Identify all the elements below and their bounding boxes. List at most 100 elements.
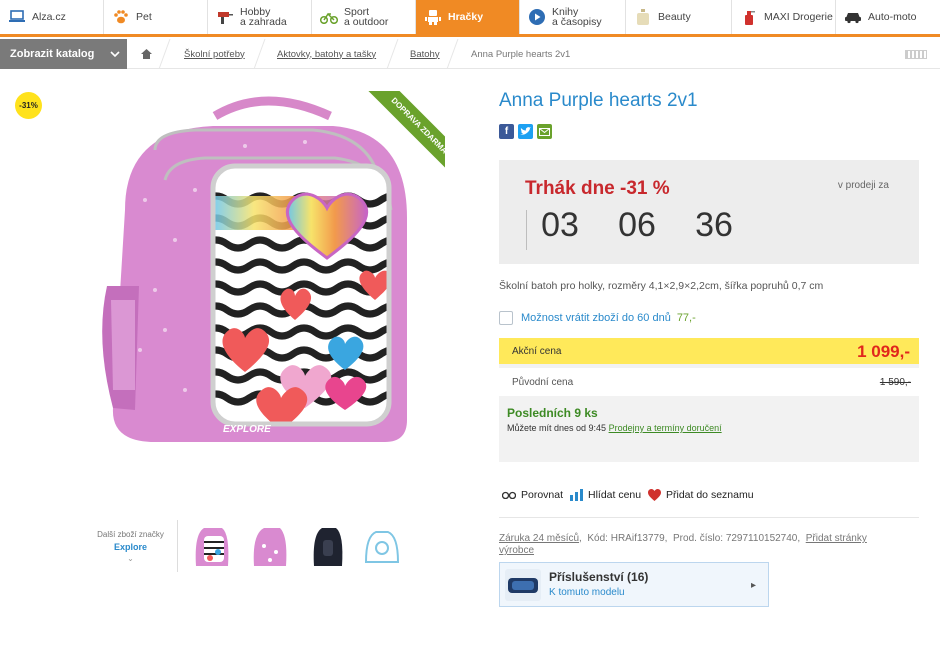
nav-sport[interactable]: Sport a outdoor	[312, 0, 416, 34]
price-box: Akční cena 1 099,- Původní cena 1 590,- …	[499, 338, 919, 462]
car-icon	[844, 8, 862, 26]
product-description: Školní batoh pro holky, rozměry 4,1×2,9×…	[499, 280, 824, 292]
original-price-value: 1 590,-	[879, 377, 911, 388]
product-code: Kód: HRAif13779,	[587, 533, 668, 544]
accessories-box[interactable]: Příslušenství (16) K tomuto modelu ▸	[499, 562, 769, 607]
delivery-link[interactable]: Prodejny a termíny doručení	[609, 423, 722, 433]
email-icon[interactable]	[537, 124, 552, 139]
nav-hracky[interactable]: Hračky	[416, 0, 520, 34]
breadcrumb-separator	[446, 39, 459, 69]
wishlist-label: Přidat do seznamu	[666, 489, 754, 501]
robot-icon	[424, 8, 442, 26]
countdown-hours: 03	[541, 206, 579, 244]
nav-label: Alza.cz	[32, 11, 66, 23]
nav-label: Knihy a časopisy	[552, 6, 602, 28]
chevron-right-icon: ▸	[750, 580, 756, 591]
compare-button[interactable]: Porovnat	[502, 488, 563, 502]
product-image[interactable]: EXPLORE	[95, 90, 415, 450]
accessories-subtitle: K tomuto modelu	[549, 587, 625, 598]
thumbnail-front[interactable]	[192, 522, 232, 568]
action-price-label: Akční cena	[512, 346, 562, 357]
nav-auto[interactable]: Auto-moto	[836, 0, 940, 34]
compare-label: Porovnat	[521, 489, 564, 501]
laptop-icon	[8, 8, 26, 26]
brand-more[interactable]: Další zboží značky Explore ⌄	[88, 529, 173, 565]
accessories-title: Příslušenství (16)	[549, 570, 649, 584]
thumbnail-detail[interactable]	[362, 522, 402, 568]
nav-label: Auto-moto	[868, 11, 917, 23]
nav-hobby[interactable]: Hobby a zahrada	[208, 0, 312, 34]
breadcrumb-item[interactable]: Aktovky, batohy a tašky	[277, 39, 376, 69]
nav-label: Hobby a zahrada	[240, 6, 287, 28]
facebook-icon[interactable]: f	[499, 124, 514, 139]
breadcrumb-link[interactable]: Batohy	[410, 49, 440, 60]
spray-icon	[740, 8, 758, 26]
discount-badge: -31%	[15, 92, 42, 119]
deal-of-day-box: Trhák dne -31 % v prodeji za 03 06 36	[499, 160, 919, 264]
deal-title: Trhák dne -31 %	[525, 178, 670, 199]
product-title: Anna Purple hearts 2v1	[499, 90, 698, 111]
action-price-value: 1 099,-	[857, 342, 910, 361]
return-checkbox[interactable]	[499, 311, 513, 325]
delivery-text: Můžete mít dnes od 9:45	[507, 423, 607, 433]
barcode-icon	[905, 50, 927, 59]
chevron-down-icon	[110, 51, 120, 58]
deal-subtitle: v prodeji za	[837, 180, 889, 191]
nav-drogerie[interactable]: MAXI Drogerie	[732, 0, 836, 34]
explore-logo: EXPLORE	[223, 424, 271, 435]
brand-more-label: Další zboží značky	[97, 530, 164, 539]
warranty-link[interactable]: Záruka 24 měsíců	[499, 533, 579, 544]
thumbnail-back[interactable]	[308, 522, 348, 568]
bicycle-icon	[320, 8, 338, 26]
drill-icon	[216, 8, 234, 26]
bar-chart-icon	[570, 489, 583, 501]
watch-price-button[interactable]: Hlídat cenu	[570, 488, 641, 502]
catalog-label: Zobrazit katalog	[10, 48, 95, 60]
divider	[499, 517, 919, 518]
twitter-icon[interactable]	[518, 124, 533, 139]
return-label[interactable]: Možnost vrátit zboží do 60 dnů	[521, 312, 671, 324]
perfume-icon	[634, 8, 652, 26]
return-price: 77,-	[676, 312, 696, 324]
action-price-row: Akční cena 1 099,-	[499, 338, 919, 364]
home-icon[interactable]	[141, 39, 152, 69]
category-bar: Alza.cz Pet Hobby a zahrada Sport a outd…	[0, 0, 940, 37]
breadcrumb-link[interactable]: Školní potřeby	[184, 49, 245, 60]
nav-label: Sport a outdoor	[344, 6, 389, 28]
thumb-divider	[177, 520, 178, 572]
nav-label: Pet	[136, 11, 152, 23]
nav-label: Beauty	[658, 11, 691, 23]
breadcrumb-separator	[386, 39, 399, 69]
product-meta: Záruka 24 měsíců, Kód: HRAif13779, Prod.…	[499, 533, 867, 556]
breadcrumb-item[interactable]: Školní potřeby	[184, 39, 245, 69]
watch-price-label: Hlídat cenu	[588, 489, 642, 501]
wishlist-button[interactable]: Přidat do seznamu	[648, 488, 754, 502]
paw-icon	[112, 8, 130, 26]
nav-alza[interactable]: Alza.cz	[0, 0, 104, 34]
nav-label: MAXI Drogerie	[764, 11, 833, 23]
play-icon	[528, 8, 546, 26]
breadcrumb-current: Anna Purple hearts 2v1	[471, 48, 571, 60]
original-price-row: Původní cena 1 590,-	[499, 368, 919, 396]
countdown-seconds: 36	[695, 206, 733, 244]
breadcrumb-separator	[158, 39, 171, 69]
thumbnail-side[interactable]	[250, 522, 290, 568]
catalog-button[interactable]: Zobrazit katalog	[0, 39, 127, 69]
glasses-icon	[502, 491, 516, 499]
breadcrumb-separator	[253, 39, 266, 69]
countdown-minutes: 06	[618, 206, 656, 244]
nav-beauty[interactable]: Beauty	[626, 0, 732, 34]
return-option[interactable]: Možnost vrátit zboží do 60 dnů 77,-	[499, 310, 696, 326]
breadcrumb-item[interactable]: Batohy	[410, 39, 440, 69]
heart-icon	[648, 489, 661, 501]
stock-status: Posledních 9 ks	[507, 406, 598, 420]
original-price-label: Původní cena	[512, 377, 574, 388]
chevron-down-icon: ⌄	[127, 554, 134, 563]
manufacturer-number: Prod. číslo: 7297110152740,	[673, 533, 801, 544]
nav-pet[interactable]: Pet	[104, 0, 208, 34]
breadcrumb-link[interactable]: Aktovky, batohy a tašky	[277, 49, 376, 60]
nav-knihy[interactable]: Knihy a časopisy	[520, 0, 626, 34]
delivery-info: Můžete mít dnes od 9:45 Prodejny a termí…	[507, 423, 722, 433]
brand-name-link[interactable]: Explore	[88, 541, 173, 553]
accessory-thumbnail	[505, 569, 541, 601]
